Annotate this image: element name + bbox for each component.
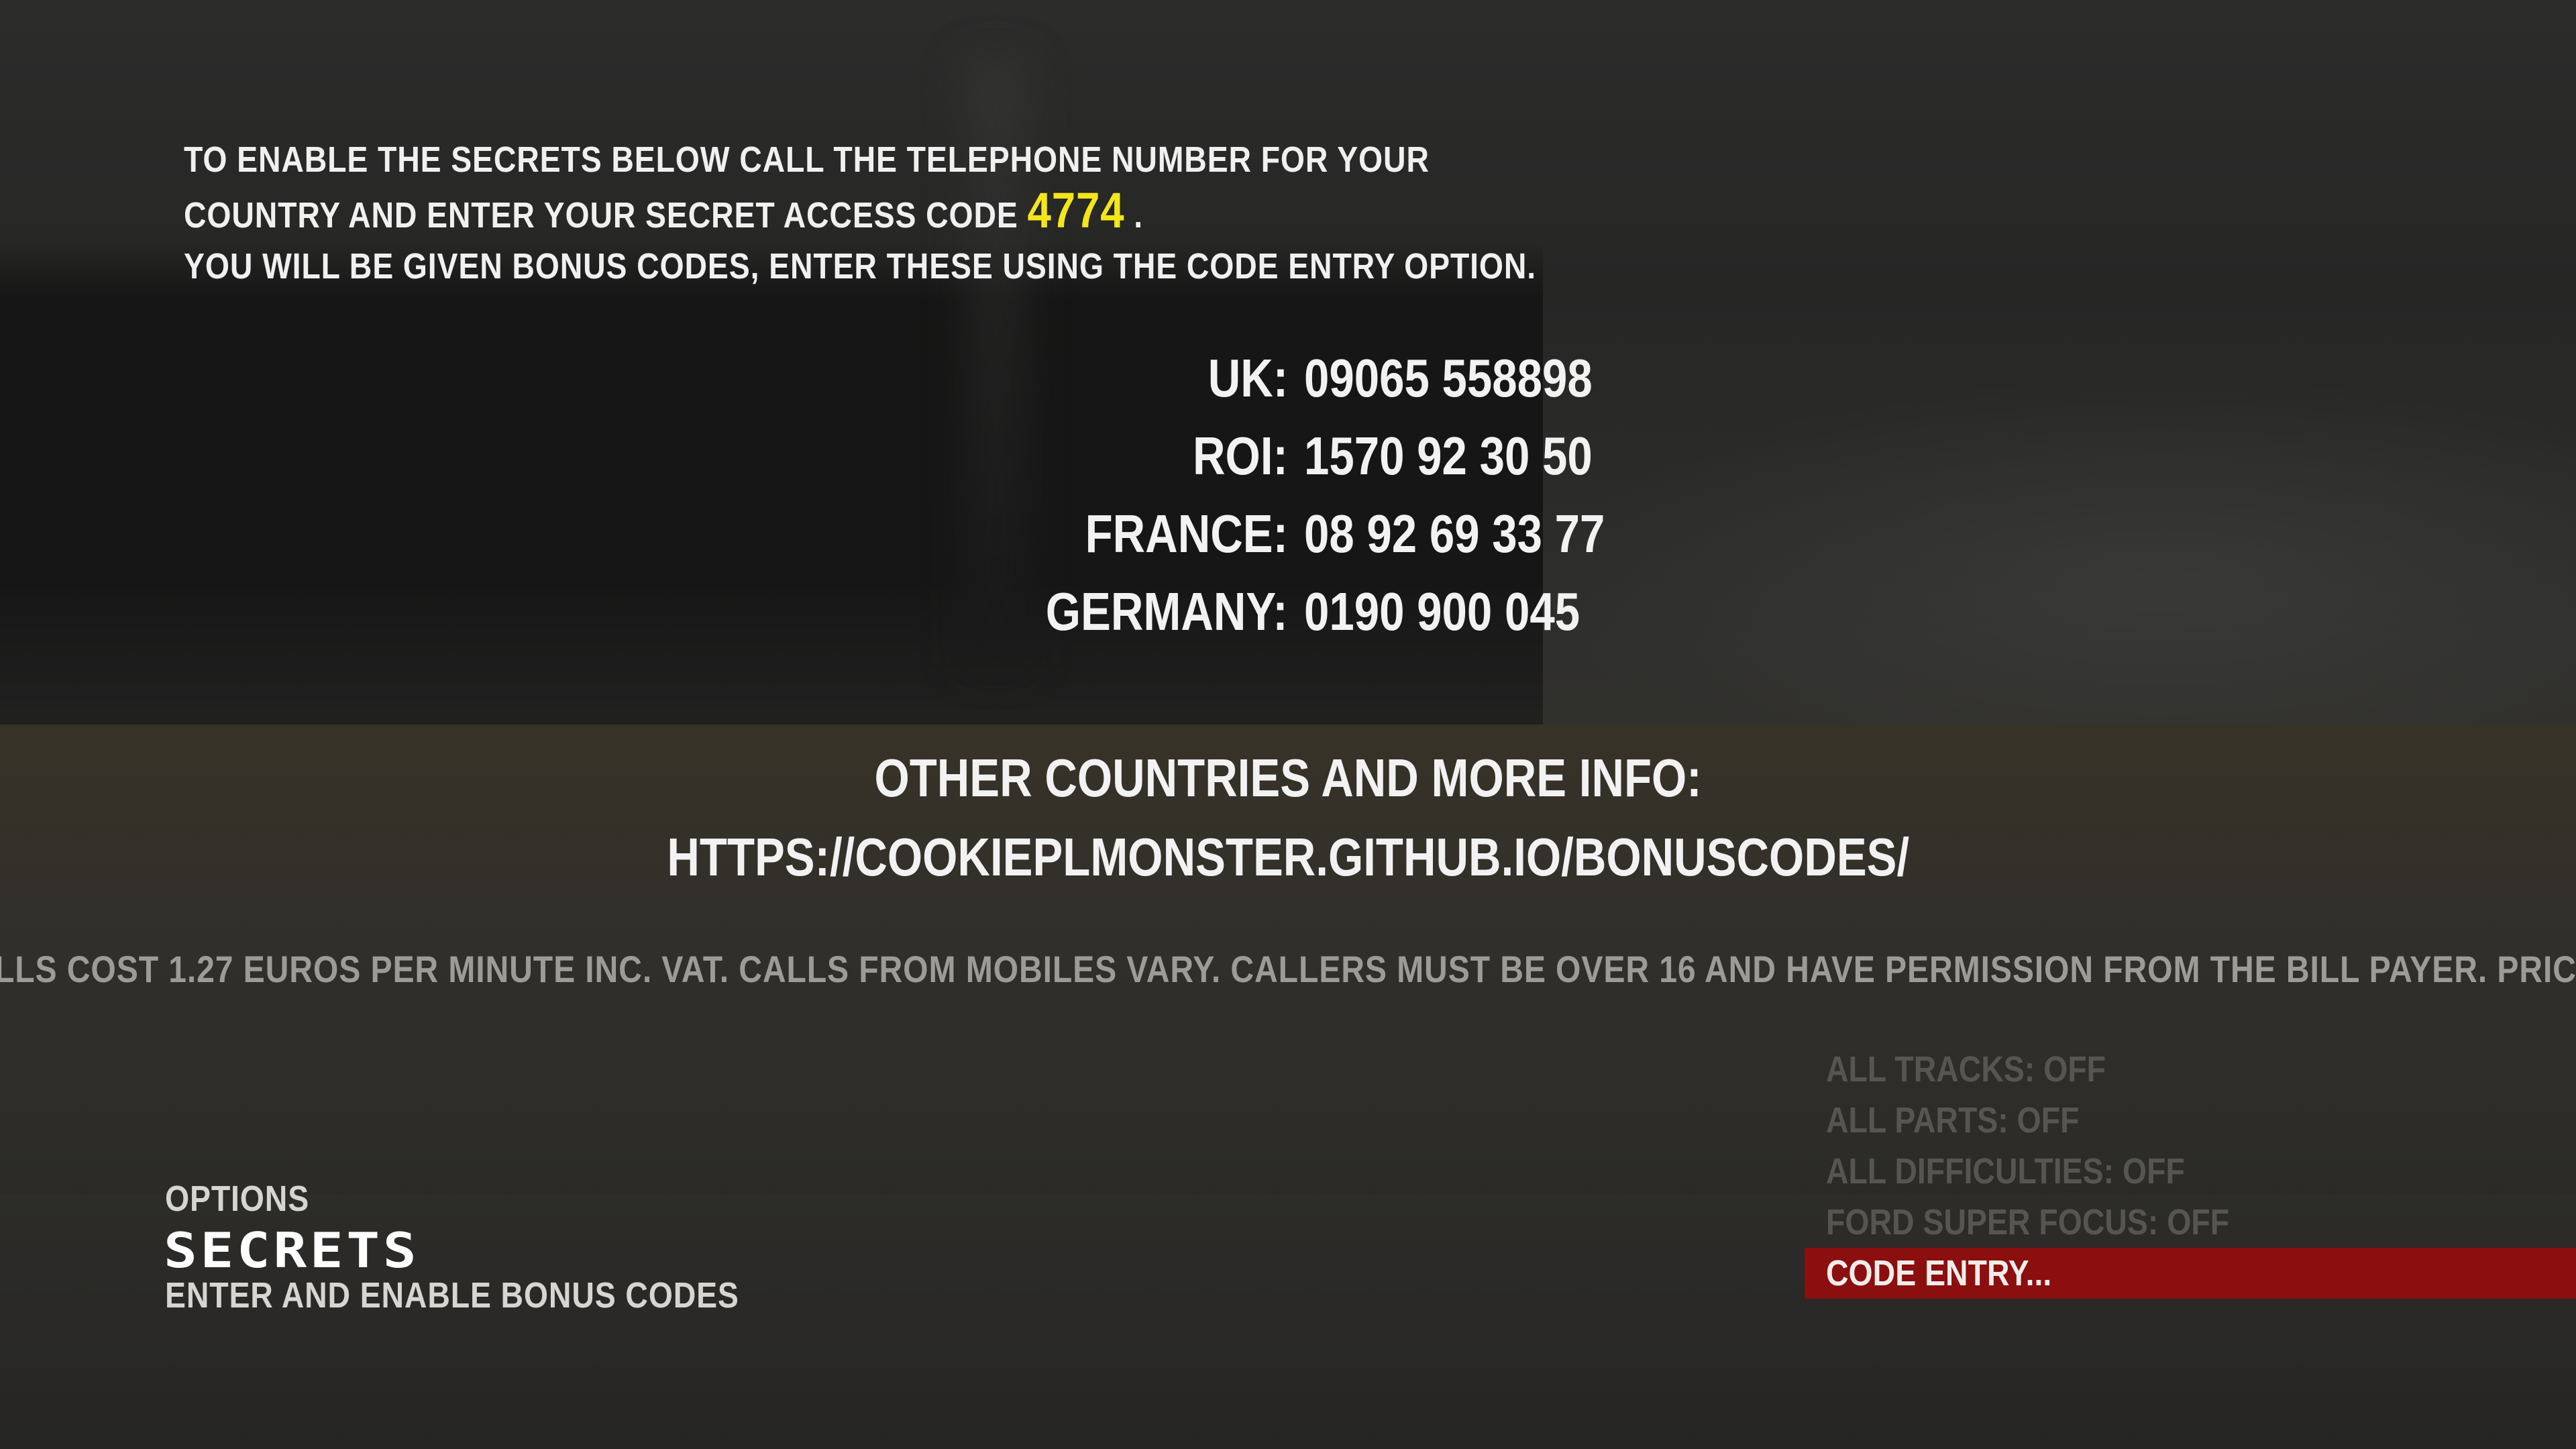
access-code: 4774 (1027, 182, 1125, 238)
phone-number: 09065 558898 (1304, 348, 1593, 408)
page-title: SECRETS (164, 1222, 420, 1279)
menu-item-label: CODE ENTRY... (1826, 1253, 2052, 1293)
phone-number: 1570 92 30 50 (1304, 426, 1593, 486)
more-info-heading-text: OTHER COUNTRIES AND MORE INFO: (874, 748, 1702, 808)
secrets-menu: ALL TRACKS: OFF ALL PARTS: OFF ALL DIFFI… (1805, 1044, 2576, 1299)
menu-item-all-difficulties[interactable]: ALL DIFFICULTIES: OFF (1805, 1146, 2576, 1197)
more-info-url-text: HTTPS://COOKIEPLMONSTER.GITHUB.IO/BONUSC… (667, 827, 1909, 887)
menu-item-code-entry[interactable]: CODE ENTRY... (1805, 1248, 2576, 1299)
menu-item-label: ALL PARTS: OFF (1826, 1100, 2080, 1140)
more-info-heading: OTHER COUNTRIES AND MORE INFO: (0, 747, 2576, 809)
instructions-line-2: COUNTRY AND ENTER YOUR SECRET ACCESS COD… (184, 185, 1536, 241)
menu-item-label: FORD SUPER FOCUS: OFF (1826, 1202, 2230, 1242)
phone-label: GERMANY: (1046, 582, 1288, 641)
instructions-line-1: TO ENABLE THE SECRETS BELOW CALL THE TEL… (184, 140, 1430, 180)
phone-number: 0190 900 045 (1304, 582, 1580, 641)
phone-label: ROI: (1193, 426, 1288, 486)
menu-item-all-tracks[interactable]: ALL TRACKS: OFF (1805, 1044, 2576, 1095)
phone-label: FRANCE: (1085, 504, 1288, 564)
phone-row-france: FRANCE: 08 92 69 33 77 (0, 503, 2576, 570)
more-info-url: HTTPS://COOKIEPLMONSTER.GITHUB.IO/BONUSC… (0, 826, 2576, 888)
page-description: ENTER AND ENABLE BONUS CODES (165, 1275, 739, 1316)
menu-item-label: ALL TRACKS: OFF (1826, 1049, 2106, 1089)
phone-row-roi: ROI: 1570 92 30 50 (0, 425, 2576, 492)
phone-label: UK: (1208, 348, 1288, 408)
menu-item-label: ALL DIFFICULTIES: OFF (1826, 1151, 2185, 1191)
phone-row-germany: GERMANY: 0190 900 045 (0, 581, 2576, 648)
phone-row-uk: UK: 09065 558898 (0, 347, 2576, 415)
instructions-line-3: YOU WILL BE GIVEN BONUS CODES, ENTER THE… (184, 246, 1537, 286)
scrolling-disclaimer: LLS COST 1.27 EUROS PER MINUTE INC. VAT.… (0, 948, 2576, 990)
phone-number: 08 92 69 33 77 (1304, 504, 1605, 564)
instructions-line-2-suffix: . (1134, 195, 1144, 235)
menu-item-ford-super-focus[interactable]: FORD SUPER FOCUS: OFF (1805, 1197, 2576, 1248)
instructions-line-2-prefix: COUNTRY AND ENTER YOUR SECRET ACCESS COD… (184, 195, 1018, 235)
instructions-text: TO ENABLE THE SECRETS BELOW CALL THE TEL… (184, 134, 1536, 292)
secrets-screen: TO ENABLE THE SECRETS BELOW CALL THE TEL… (0, 0, 2576, 1449)
menu-item-all-parts[interactable]: ALL PARTS: OFF (1805, 1095, 2576, 1146)
breadcrumb: OPTIONS (165, 1179, 310, 1219)
